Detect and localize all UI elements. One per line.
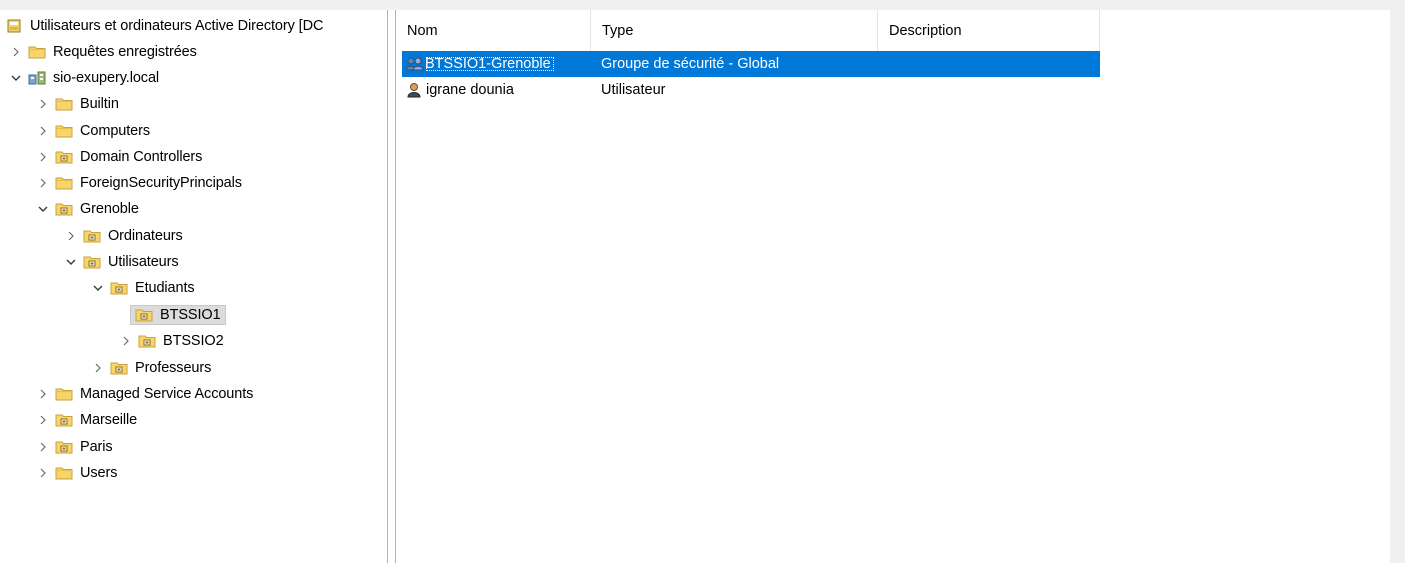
chevron-right-icon[interactable] [35,96,51,112]
console-tree[interactable]: Utilisateurs et ordinateurs Active Direc… [0,10,387,563]
chevron-down-icon[interactable] [90,280,106,296]
tree-item-paris[interactable]: Paris [35,434,116,460]
tree-item-label: Managed Service Accounts [80,386,254,402]
group-icon [405,56,425,72]
tree-root[interactable]: Utilisateurs et ordinateurs Active Direc… [6,13,326,39]
chevron-right-icon[interactable] [35,123,51,139]
ou-icon [83,228,101,244]
window-edge [1390,10,1405,563]
chevron-right-icon[interactable] [35,386,51,402]
tree-item-label: Professeurs [135,360,212,376]
top-border [0,0,1405,10]
chevron-right-icon[interactable] [35,465,51,481]
ou-icon [55,439,73,455]
ou-icon [55,149,73,165]
pane-splitter[interactable] [387,10,396,563]
tree-item-label: ForeignSecurityPrincipals [80,175,242,191]
chevron-down-icon[interactable] [63,254,79,270]
chevron-right-icon[interactable] [35,412,51,428]
tree-item-label: Paris [80,439,113,455]
ou-icon [83,254,101,270]
tree-item-domain-controllers[interactable]: Domain Controllers [35,144,205,170]
name-cell: BTSSIO1-Grenoble [405,51,555,77]
tree-item-label: Requêtes enregistrées [53,44,197,60]
ou-icon [135,307,153,323]
folder-icon [55,175,73,191]
tree-item-saved-queries[interactable]: Requêtes enregistrées [8,39,200,65]
ou-icon [138,333,156,349]
tree-item-domain[interactable]: sio-exupery.local [8,65,162,91]
row-name: igrane dounia [426,82,514,98]
column-header-type[interactable]: Type [591,10,878,52]
tree-item-label: Etudiants [135,280,195,296]
folder-icon [55,386,73,402]
tree-item-label: BTSSIO2 [163,333,224,349]
list-row-btssio1-grenoble[interactable]: BTSSIO1-Grenoble Groupe de sécurité - Gl… [402,51,1100,77]
column-header-label: Nom [407,23,438,39]
ad-console-icon [6,18,24,34]
tree-item-label: Grenoble [80,201,139,217]
ou-icon [55,201,73,217]
tree-item-users[interactable]: Users [35,460,120,486]
tree-item-label: Ordinateurs [108,228,183,244]
tree-item-label: BTSSIO1 [160,307,221,323]
chevron-right-icon[interactable] [90,360,106,376]
tree-root-label: Utilisateurs et ordinateurs Active Direc… [30,18,324,34]
user-icon [405,82,425,98]
tree-item-label: Utilisateurs [108,254,179,270]
column-header-label: Type [602,23,634,39]
details-pane[interactable]: Nom Type Description BTSSIO1-Grenoble Gr… [396,10,1390,563]
tree-item-computers[interactable]: Computers [35,118,153,144]
chevron-right-icon[interactable] [118,333,134,349]
folder-icon [28,44,46,60]
name-cell: igrane dounia [405,77,514,103]
list-row-igrane-dounia[interactable]: igrane dounia Utilisateur [402,77,1100,103]
column-header-name[interactable]: Nom [396,10,591,52]
tree-item-etudiants[interactable]: Etudiants [90,275,198,301]
tree-item-marseille[interactable]: Marseille [35,407,140,433]
column-header-description[interactable]: Description [878,10,1100,52]
chevron-right-icon[interactable] [8,44,24,60]
folder-icon [55,96,73,112]
tree-item-label: Builtin [80,96,119,112]
row-name: BTSSIO1-Grenoble [425,56,555,72]
chevron-right-icon[interactable] [35,149,51,165]
type-cell: Utilisateur [601,82,666,98]
tree-item-label: Users [80,465,118,481]
tree-item-foreign-security-principals[interactable]: ForeignSecurityPrincipals [35,170,245,196]
chevron-right-icon[interactable] [63,228,79,244]
chevron-down-icon[interactable] [35,201,51,217]
tree-item-label: Domain Controllers [80,149,203,165]
chevron-right-icon[interactable] [35,175,51,191]
folder-icon [55,465,73,481]
tree-selection[interactable]: BTSSIO1 [130,305,226,325]
tree-item-builtin[interactable]: Builtin [35,91,122,117]
tree-item-btssio1[interactable]: BTSSIO1 [118,302,226,328]
tree-item-label: Marseille [80,412,138,428]
chevron-right-icon[interactable] [35,439,51,455]
ou-icon [55,412,73,428]
tree-item-managed-service-accounts[interactable]: Managed Service Accounts [35,381,256,407]
tree-item-label: Computers [80,123,151,139]
tree-item-label: sio-exupery.local [53,70,160,86]
ou-icon [110,280,128,296]
tree-item-ordinateurs[interactable]: Ordinateurs [63,223,186,249]
chevron-down-icon[interactable] [8,70,24,86]
column-header-label: Description [889,23,962,39]
type-cell: Groupe de sécurité - Global [601,56,780,72]
tree-item-professeurs[interactable]: Professeurs [90,355,214,381]
folder-icon [55,123,73,139]
tree-item-grenoble[interactable]: Grenoble [35,196,142,222]
ou-icon [110,360,128,376]
tree-item-btssio2[interactable]: BTSSIO2 [118,328,227,354]
tree-item-utilisateurs[interactable]: Utilisateurs [63,249,182,275]
domain-icon [28,70,46,86]
